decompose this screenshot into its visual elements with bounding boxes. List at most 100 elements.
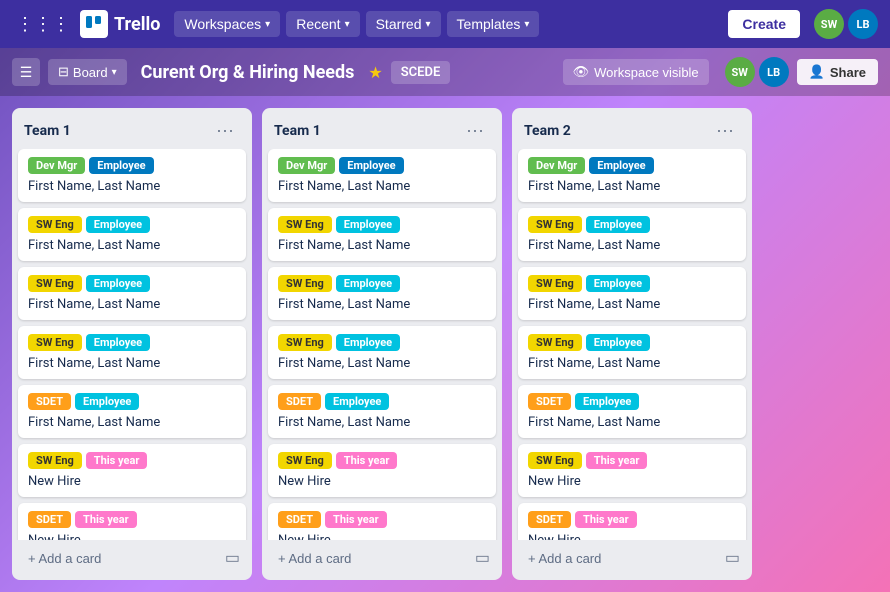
- card-labels-2-6: SDETThis year: [528, 511, 736, 528]
- chevron-down-icon: ▾: [112, 67, 117, 78]
- card-0-4[interactable]: SDETEmployeeFirst Name, Last Name: [18, 385, 246, 438]
- list-menu-button-1[interactable]: ···: [460, 118, 490, 143]
- card-2-3[interactable]: SW EngEmployee First Name, Last Name: [518, 326, 746, 379]
- create-button[interactable]: Create: [728, 10, 800, 38]
- card-labels-2-0: Dev MgrEmployee: [528, 157, 736, 174]
- card-1-2[interactable]: SW EngEmployeeFirst Name, Last Name: [268, 267, 496, 320]
- card-name-2-2: First Name, Last Name: [528, 297, 736, 312]
- star-icon[interactable]: ★: [368, 63, 382, 82]
- label-2-0-1: Employee: [589, 157, 653, 174]
- list-footer-0: + Add a card▭: [12, 540, 252, 580]
- card-0-6[interactable]: SDETThis year New Hire: [18, 503, 246, 540]
- trello-logo-icon: [80, 10, 108, 38]
- share-button[interactable]: 👤 Share: [797, 59, 878, 85]
- board-tag: SCEDE: [391, 61, 451, 84]
- starred-button[interactable]: Starred ▾: [366, 11, 441, 37]
- card-name-2-6: New Hire: [528, 533, 736, 540]
- card-labels-0-3: SW EngEmployee: [28, 334, 236, 351]
- board-bar: ☰ ⊟ Board ▾ Curent Org & Hiring Needs ★ …: [0, 48, 890, 96]
- card-0-2[interactable]: SW EngEmployee First Name, Last Name: [18, 267, 246, 320]
- list-footer-1: + Add a card▭: [262, 540, 502, 580]
- card-1-1[interactable]: SW EngEmployeeFirst Name, Last Name: [268, 208, 496, 261]
- card-name-1-5: New Hire: [278, 474, 486, 489]
- card-name-0-0: First Name, Last Name: [28, 179, 236, 194]
- card-0-3[interactable]: SW EngEmployee First Name, Last Name: [18, 326, 246, 379]
- card-1-4[interactable]: SDETEmployeeFirst Name, Last Name: [268, 385, 496, 438]
- label-1-3-0: SW Eng: [278, 334, 332, 351]
- label-0-0-1: Employee: [89, 157, 153, 174]
- card-2-4[interactable]: SDETEmployeeFirst Name, Last Name: [518, 385, 746, 438]
- card-0-5[interactable]: SW EngThis yearNew Hire: [18, 444, 246, 497]
- board-avatar-lb[interactable]: LB: [759, 57, 789, 87]
- card-1-0[interactable]: Dev MgrEmployee First Name, Last Name: [268, 149, 496, 202]
- board-avatar-sw[interactable]: SW: [725, 57, 755, 87]
- card-labels-2-3: SW EngEmployee: [528, 334, 736, 351]
- trello-logo-text: Trello: [114, 14, 160, 35]
- label-0-6-0: SDET: [28, 511, 71, 528]
- card-2-6[interactable]: SDETThis year New Hire: [518, 503, 746, 540]
- label-1-3-1: Employee: [336, 334, 400, 351]
- card-labels-0-4: SDETEmployee: [28, 393, 236, 410]
- card-labels-1-0: Dev MgrEmployee: [278, 157, 486, 174]
- card-name-0-2: First Name, Last Name: [28, 297, 236, 312]
- avatar-lb[interactable]: LB: [848, 9, 878, 39]
- template-icon-button-2[interactable]: ▭: [721, 544, 744, 572]
- label-2-2-1: Employee: [586, 275, 650, 292]
- card-labels-0-1: SW EngEmployee: [28, 216, 236, 233]
- grid-icon[interactable]: ⋮⋮⋮: [12, 10, 74, 39]
- template-icon-button-1[interactable]: ▭: [471, 544, 494, 572]
- card-0-1[interactable]: SW EngEmployeeFirst Name, Last Name: [18, 208, 246, 261]
- card-name-0-6: New Hire: [28, 533, 236, 540]
- label-1-1-0: SW Eng: [278, 216, 332, 233]
- label-2-5-1: This year: [586, 452, 648, 469]
- board-view-button[interactable]: ⊟ Board ▾: [48, 59, 127, 85]
- card-name-2-3: First Name, Last Name: [528, 356, 736, 371]
- template-icon-button-0[interactable]: ▭: [221, 544, 244, 572]
- card-labels-1-2: SW EngEmployee: [278, 275, 486, 292]
- label-0-5-1: This year: [86, 452, 148, 469]
- board-content: Team 1 ··· Dev MgrEmployee First Name, Last…: [0, 96, 890, 592]
- chevron-down-icon: ▾: [524, 19, 529, 30]
- card-2-2[interactable]: SW EngEmployee First Name, Last Name: [518, 267, 746, 320]
- card-labels-1-1: SW EngEmployee: [278, 216, 486, 233]
- label-0-2-1: Employee: [86, 275, 150, 292]
- card-0-0[interactable]: Dev MgrEmployeeFirst Name, Last Name: [18, 149, 246, 202]
- card-name-2-5: New Hire: [528, 474, 736, 489]
- label-2-1-1: Employee: [586, 216, 650, 233]
- sidebar-toggle-button[interactable]: ☰: [12, 58, 40, 86]
- label-0-6-1: This year: [75, 511, 137, 528]
- list-menu-button-2[interactable]: ···: [710, 118, 740, 143]
- card-labels-0-5: SW EngThis year: [28, 452, 236, 469]
- card-1-5[interactable]: SW EngThis yearNew Hire: [268, 444, 496, 497]
- avatar-sw[interactable]: SW: [814, 9, 844, 39]
- add-card-button-1[interactable]: + Add a card: [270, 545, 471, 572]
- card-1-6[interactable]: SDETThis yearNew Hire: [268, 503, 496, 540]
- card-name-1-0: First Name, Last Name: [278, 179, 486, 194]
- card-labels-0-2: SW EngEmployee: [28, 275, 236, 292]
- label-2-4-1: Employee: [575, 393, 639, 410]
- card-1-3[interactable]: SW EngEmployee First Name, Last Name: [268, 326, 496, 379]
- list-list2: Team 1 ··· Dev MgrEmployee First Name, Last…: [262, 108, 502, 580]
- card-name-2-4: First Name, Last Name: [528, 415, 736, 430]
- card-name-0-3: First Name, Last Name: [28, 356, 236, 371]
- label-2-3-1: Employee: [586, 334, 650, 351]
- add-card-button-0[interactable]: + Add a card: [20, 545, 221, 572]
- card-2-0[interactable]: Dev MgrEmployeeFirst Name, Last Name: [518, 149, 746, 202]
- templates-button[interactable]: Templates ▾: [447, 11, 540, 37]
- label-2-2-0: SW Eng: [528, 275, 582, 292]
- board-avatar-group: SW LB: [725, 57, 789, 87]
- label-1-5-1: This year: [336, 452, 398, 469]
- cards-container-2: Dev MgrEmployeeFirst Name, Last NameSW E…: [512, 149, 752, 540]
- recent-button[interactable]: Recent ▾: [286, 11, 359, 37]
- add-card-button-2[interactable]: + Add a card: [520, 545, 721, 572]
- list-menu-button-0[interactable]: ···: [210, 118, 240, 143]
- card-2-1[interactable]: SW EngEmployeeFirst Name, Last Name: [518, 208, 746, 261]
- list-title-1: Team 1: [274, 123, 321, 139]
- card-name-1-3: First Name, Last Name: [278, 356, 486, 371]
- workspaces-button[interactable]: Workspaces ▾: [174, 11, 280, 37]
- card-2-5[interactable]: SW EngThis yearNew Hire: [518, 444, 746, 497]
- label-1-1-1: Employee: [336, 216, 400, 233]
- trello-logo: Trello: [80, 10, 160, 38]
- list-header-2: Team 2···: [512, 108, 752, 149]
- workspace-visible-button[interactable]: 👁 Workspace visible: [563, 59, 709, 85]
